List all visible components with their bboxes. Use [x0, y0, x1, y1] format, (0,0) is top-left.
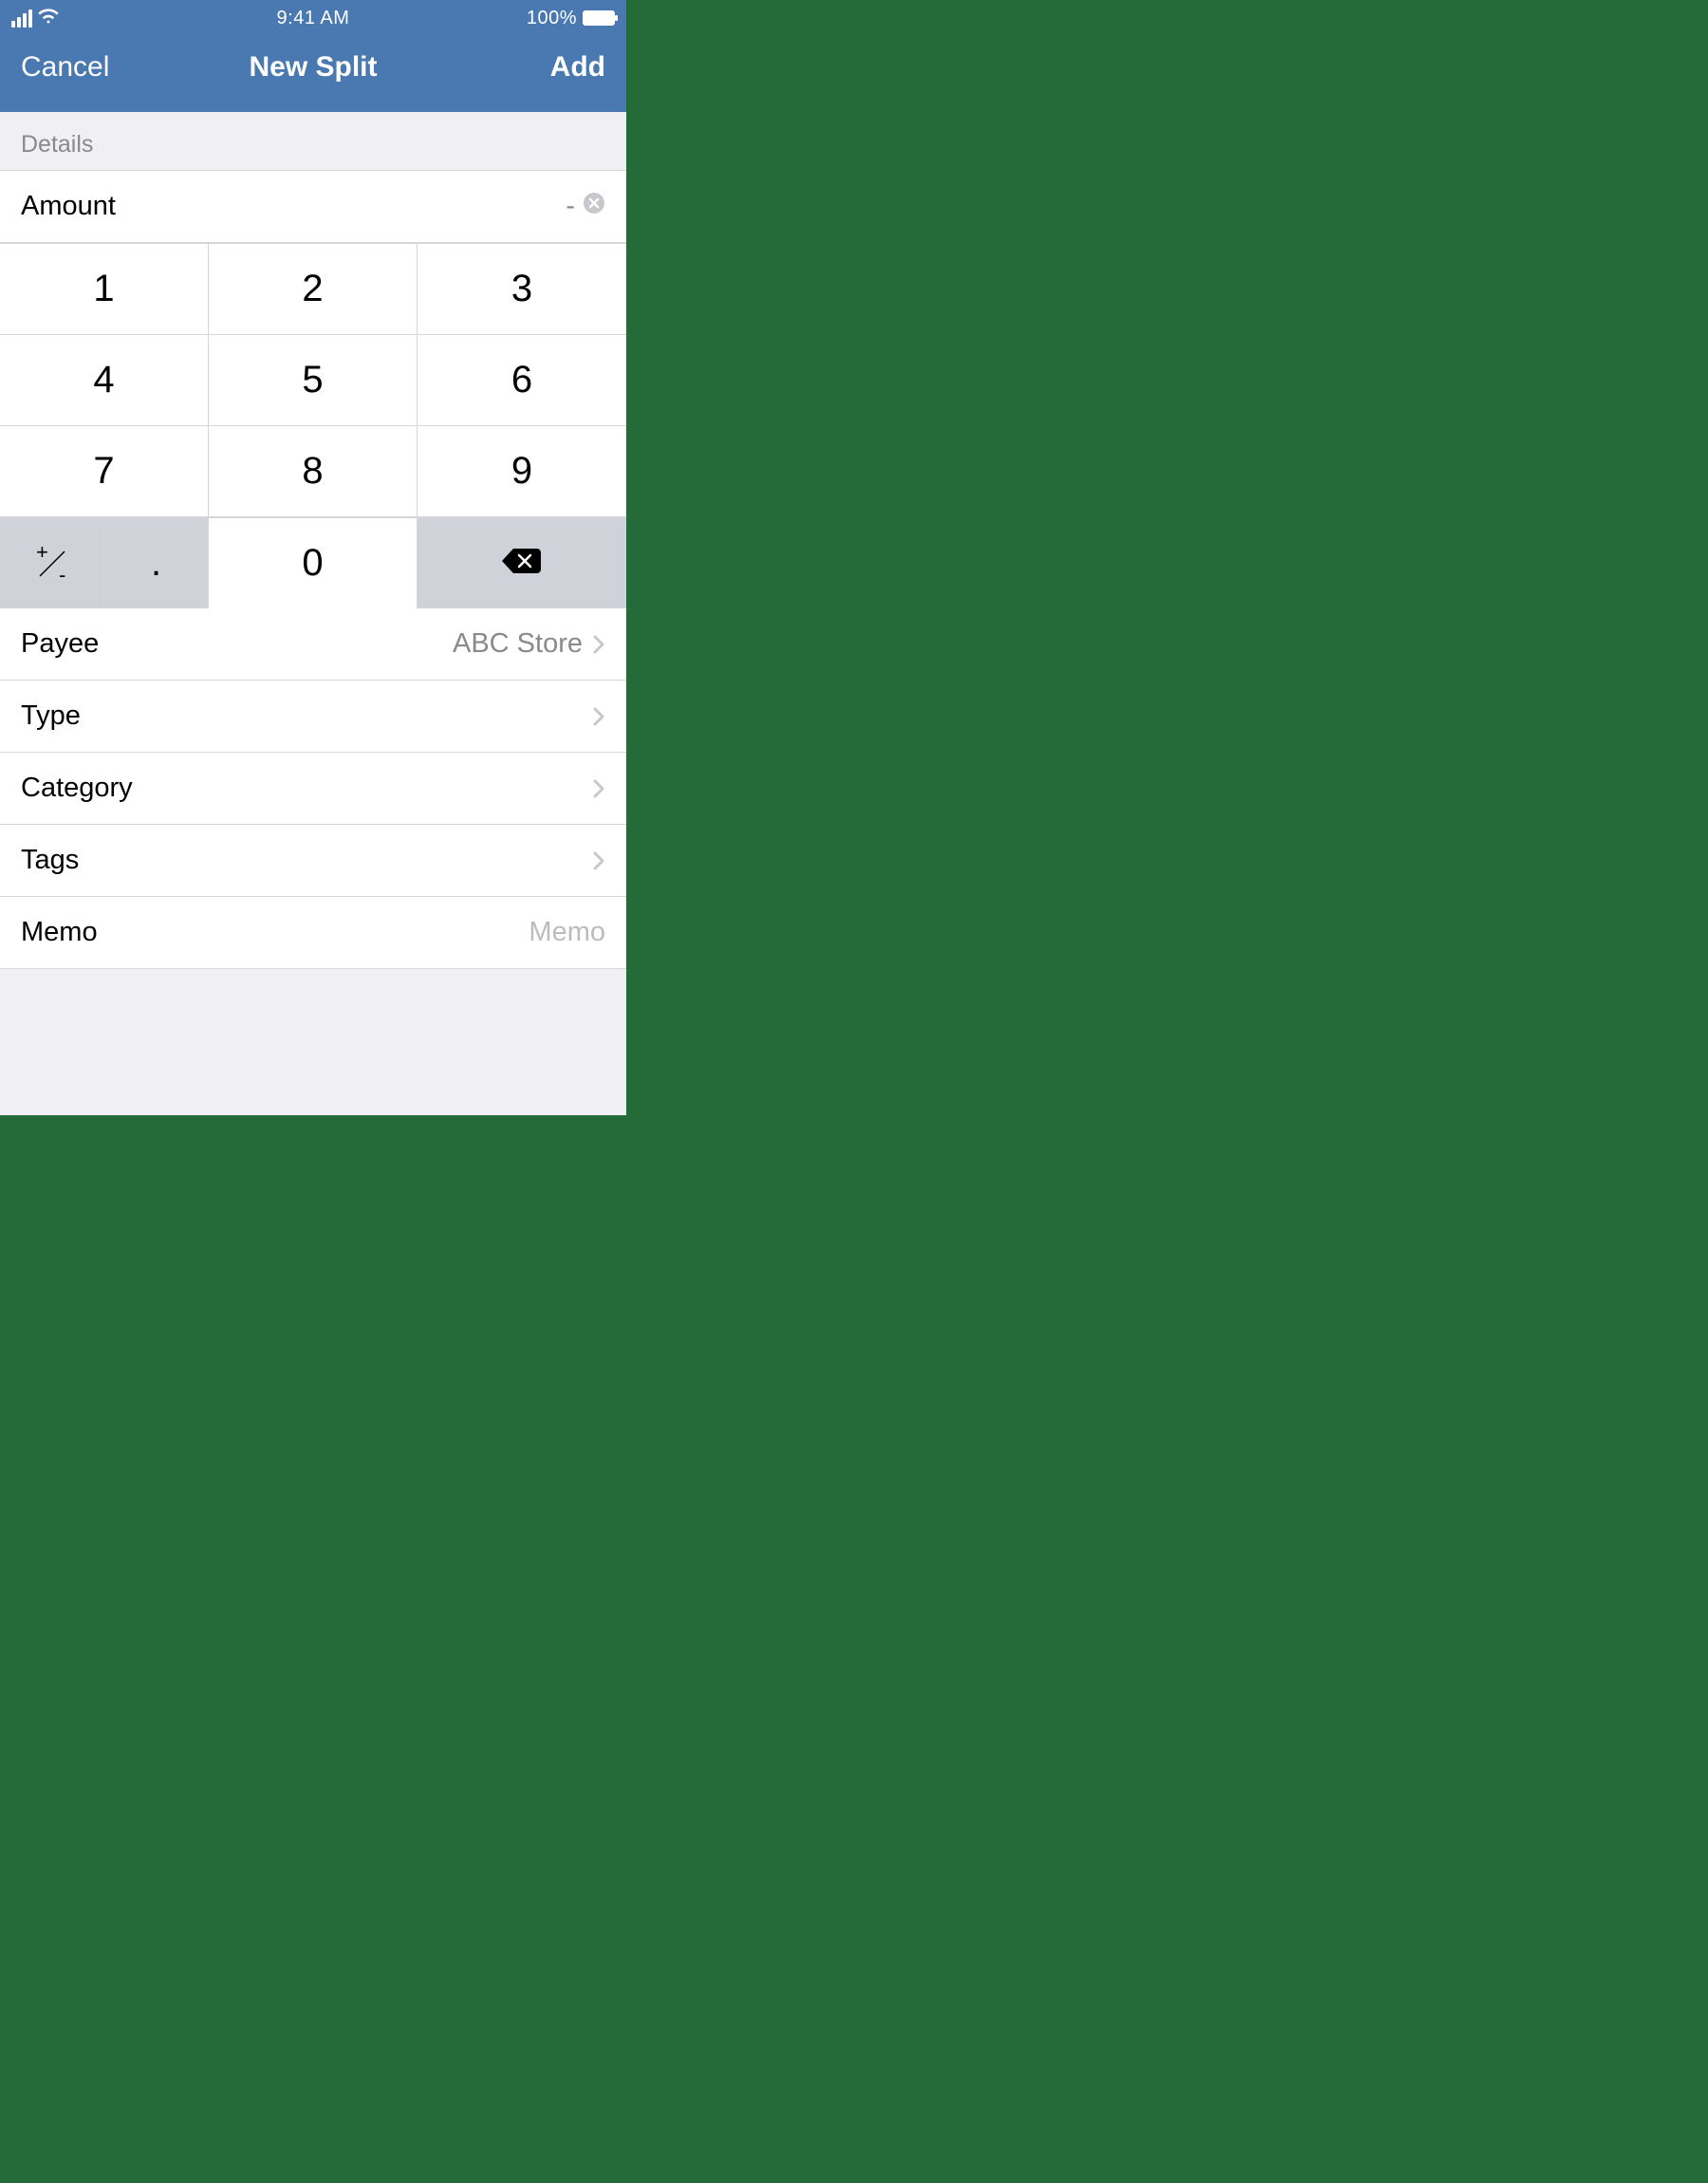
payee-value: ABC Store [453, 628, 583, 660]
svg-text:+: + [36, 540, 48, 564]
payee-row[interactable]: Payee ABC Store [0, 608, 626, 681]
numeric-keypad: 1 2 3 4 5 6 7 8 9 [0, 243, 626, 517]
key-plus-minus[interactable]: + - [0, 517, 104, 608]
key-9[interactable]: 9 [418, 425, 626, 516]
memo-label: Memo [21, 917, 98, 948]
key-decimal[interactable]: . [104, 517, 209, 608]
key-4[interactable]: 4 [0, 334, 209, 425]
clear-amount-icon[interactable] [583, 191, 605, 222]
status-time: 9:41 AM [277, 8, 350, 28]
key-2[interactable]: 2 [209, 243, 418, 334]
key-5[interactable]: 5 [209, 334, 418, 425]
svg-text:-: - [59, 563, 65, 587]
nav-bar: Cancel New Split Add [0, 36, 626, 112]
key-3[interactable]: 3 [418, 243, 626, 334]
category-label: Category [21, 773, 133, 804]
key-6[interactable]: 6 [418, 334, 626, 425]
battery-percent: 100% [527, 8, 577, 29]
tags-row[interactable]: Tags [0, 825, 626, 897]
cancel-button[interactable]: Cancel [21, 51, 109, 84]
amount-label: Amount [21, 191, 116, 222]
app-header: 9:41 AM 100% Cancel New Split Add [0, 0, 626, 112]
key-1[interactable]: 1 [0, 243, 209, 334]
amount-row[interactable]: Amount - [0, 170, 626, 243]
memo-row[interactable]: Memo [0, 897, 626, 969]
chevron-right-icon [592, 778, 605, 799]
key-7[interactable]: 7 [0, 425, 209, 516]
backspace-icon [501, 542, 543, 585]
keypad-bottom-row: + - . 0 [0, 517, 626, 608]
type-row[interactable]: Type [0, 681, 626, 753]
phone-screen: 9:41 AM 100% Cancel New Split Add Detail… [0, 0, 626, 1115]
add-button[interactable]: Add [550, 51, 605, 84]
memo-input[interactable] [416, 917, 605, 948]
chevron-right-icon [592, 634, 605, 655]
key-backspace[interactable] [418, 517, 626, 608]
section-header-details: Details [0, 112, 626, 170]
tags-label: Tags [21, 845, 79, 876]
cellular-signal-icon [11, 9, 32, 28]
category-row[interactable]: Category [0, 753, 626, 825]
amount-value: - [566, 191, 575, 222]
key-0[interactable]: 0 [209, 517, 418, 608]
type-label: Type [21, 700, 81, 732]
chevron-right-icon [592, 850, 605, 871]
battery-icon [583, 10, 615, 26]
key-8[interactable]: 8 [209, 425, 418, 516]
payee-label: Payee [21, 628, 99, 660]
chevron-right-icon [592, 706, 605, 727]
wifi-icon [38, 8, 59, 29]
status-bar: 9:41 AM 100% [0, 0, 626, 36]
